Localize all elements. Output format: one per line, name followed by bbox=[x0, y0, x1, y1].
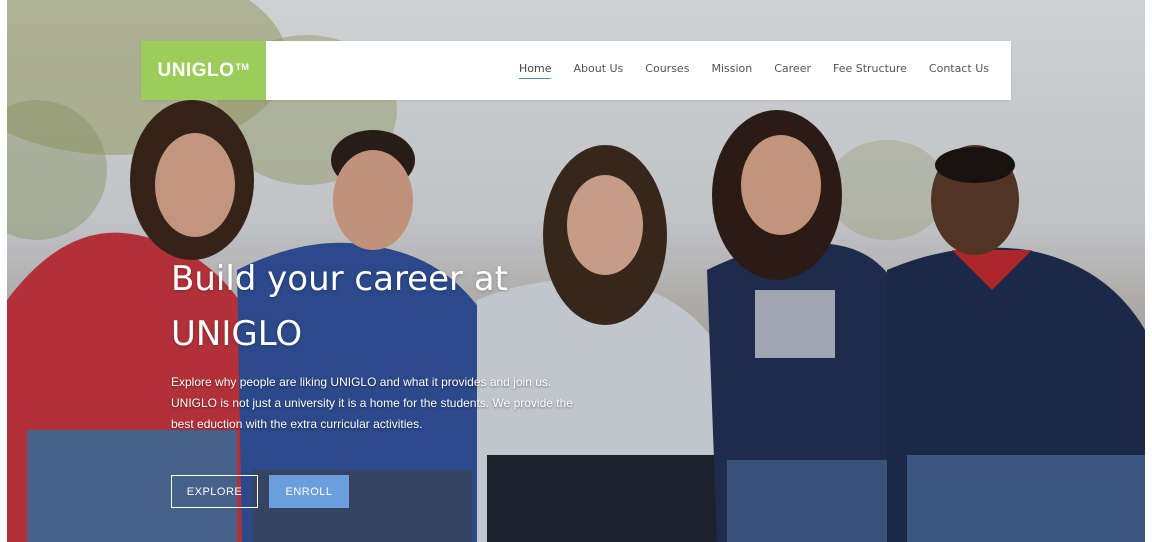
hero-headline: Build your career at UNIGLO bbox=[171, 259, 508, 354]
nav-item-fee-structure[interactable]: Fee Structure bbox=[833, 62, 907, 79]
nav-item-mission[interactable]: Mission bbox=[711, 62, 752, 79]
main-navbar: UNIGLO TM Home About Us Courses Mission C… bbox=[141, 41, 1011, 100]
brand-logo[interactable]: UNIGLO TM bbox=[141, 41, 266, 100]
nav-links: Home About Us Courses Mission Career Fee… bbox=[519, 62, 989, 79]
nav-item-career[interactable]: Career bbox=[774, 62, 811, 79]
brand-name: UNIGLO bbox=[157, 59, 235, 81]
enroll-button[interactable]: ENROLL bbox=[269, 475, 349, 508]
nav-item-contact-us[interactable]: Contact Us bbox=[929, 62, 989, 79]
trademark-symbol: TM bbox=[235, 61, 250, 72]
nav-item-courses[interactable]: Courses bbox=[645, 62, 689, 79]
nav-item-home[interactable]: Home bbox=[519, 62, 552, 79]
hero-description: Explore why people are liking UNIGLO and… bbox=[171, 375, 573, 431]
nav-item-about-us[interactable]: About Us bbox=[573, 62, 623, 79]
explore-button[interactable]: EXPLORE bbox=[171, 475, 258, 508]
